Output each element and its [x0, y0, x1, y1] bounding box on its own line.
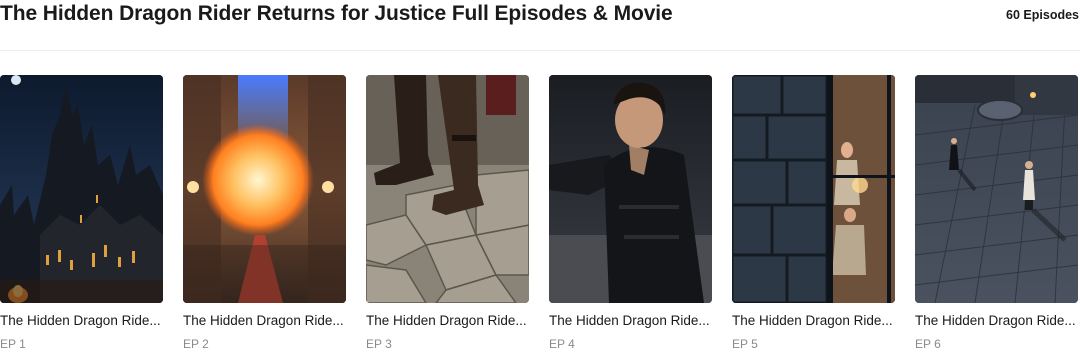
episode-title[interactable]: The Hidden Dragon Ride... — [183, 313, 346, 328]
episode-number: EP 4 — [549, 337, 575, 351]
episode-thumbnail[interactable] — [549, 75, 712, 303]
episode-title[interactable]: The Hidden Dragon Ride... — [915, 313, 1078, 328]
episode-thumbnail[interactable] — [0, 75, 163, 303]
episode-card[interactable]: The Hidden Dragon Ride... EP 5 — [732, 75, 895, 354]
episode-thumbnail[interactable] — [366, 75, 529, 303]
page-header: The Hidden Dragon Rider Returns for Just… — [0, 0, 1080, 51]
episode-number: EP 5 — [732, 337, 758, 351]
episode-thumbnail[interactable] — [183, 75, 346, 303]
episode-title[interactable]: The Hidden Dragon Ride... — [549, 313, 712, 328]
episode-title[interactable]: The Hidden Dragon Ride... — [366, 313, 529, 328]
episode-card[interactable]: The Hidden Dragon Ride... EP 2 — [183, 75, 346, 354]
page-title: The Hidden Dragon Rider Returns for Just… — [0, 2, 673, 25]
episode-number: EP 1 — [0, 337, 26, 351]
episode-thumbnail[interactable] — [915, 75, 1078, 303]
episode-title[interactable]: The Hidden Dragon Ride... — [732, 313, 895, 328]
boots-cobblestone-thumbnail — [366, 75, 529, 303]
episode-number: EP 6 — [915, 337, 941, 351]
episode-thumbnail[interactable] — [732, 75, 895, 303]
courtyard-night-thumbnail — [915, 75, 1078, 303]
stone-window-women-thumbnail — [732, 75, 895, 303]
episode-card[interactable]: The Hidden Dragon Ride... EP 3 — [366, 75, 529, 354]
castle-night-thumbnail — [0, 75, 163, 303]
episode-card[interactable]: The Hidden Dragon Ride... EP 6 — [915, 75, 1078, 354]
episode-number: EP 3 — [366, 337, 392, 351]
episode-number: EP 2 — [183, 337, 209, 351]
episode-grid: The Hidden Dragon Ride... EP 1 The Hidde… — [0, 75, 1080, 354]
episode-card[interactable]: The Hidden Dragon Ride... EP 4 — [549, 75, 712, 354]
man-dark-armor-thumbnail — [549, 75, 712, 303]
episode-count: 60 Episodes — [1006, 8, 1079, 22]
episode-card[interactable]: The Hidden Dragon Ride... EP 1 — [0, 75, 163, 354]
fireball-corridor-thumbnail — [183, 75, 346, 303]
episode-title[interactable]: The Hidden Dragon Ride... — [0, 313, 163, 328]
